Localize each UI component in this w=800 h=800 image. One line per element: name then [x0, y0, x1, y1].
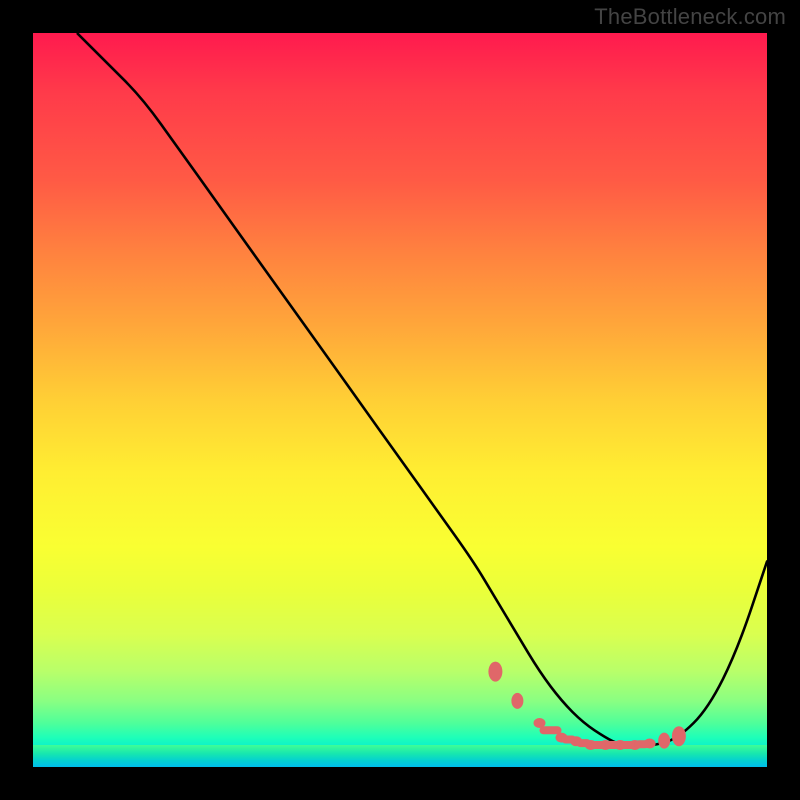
marker-dot [511, 693, 523, 709]
marker-dot [672, 726, 686, 746]
bottleneck-curve [77, 33, 767, 745]
marker-dot [658, 733, 670, 749]
marker-connector [576, 739, 591, 747]
marker-connector [606, 741, 621, 749]
plot-area [33, 33, 767, 767]
marker-connector [540, 726, 562, 734]
chart-svg [33, 33, 767, 767]
marker-connector [635, 740, 650, 748]
marker-dot [488, 662, 502, 682]
marker-connector [591, 741, 606, 749]
chart-frame: TheBottleneck.com [0, 0, 800, 800]
watermark-label: TheBottleneck.com [594, 4, 786, 30]
marker-connector [620, 741, 635, 749]
markers-group [488, 662, 686, 750]
marker-connector [562, 736, 577, 744]
